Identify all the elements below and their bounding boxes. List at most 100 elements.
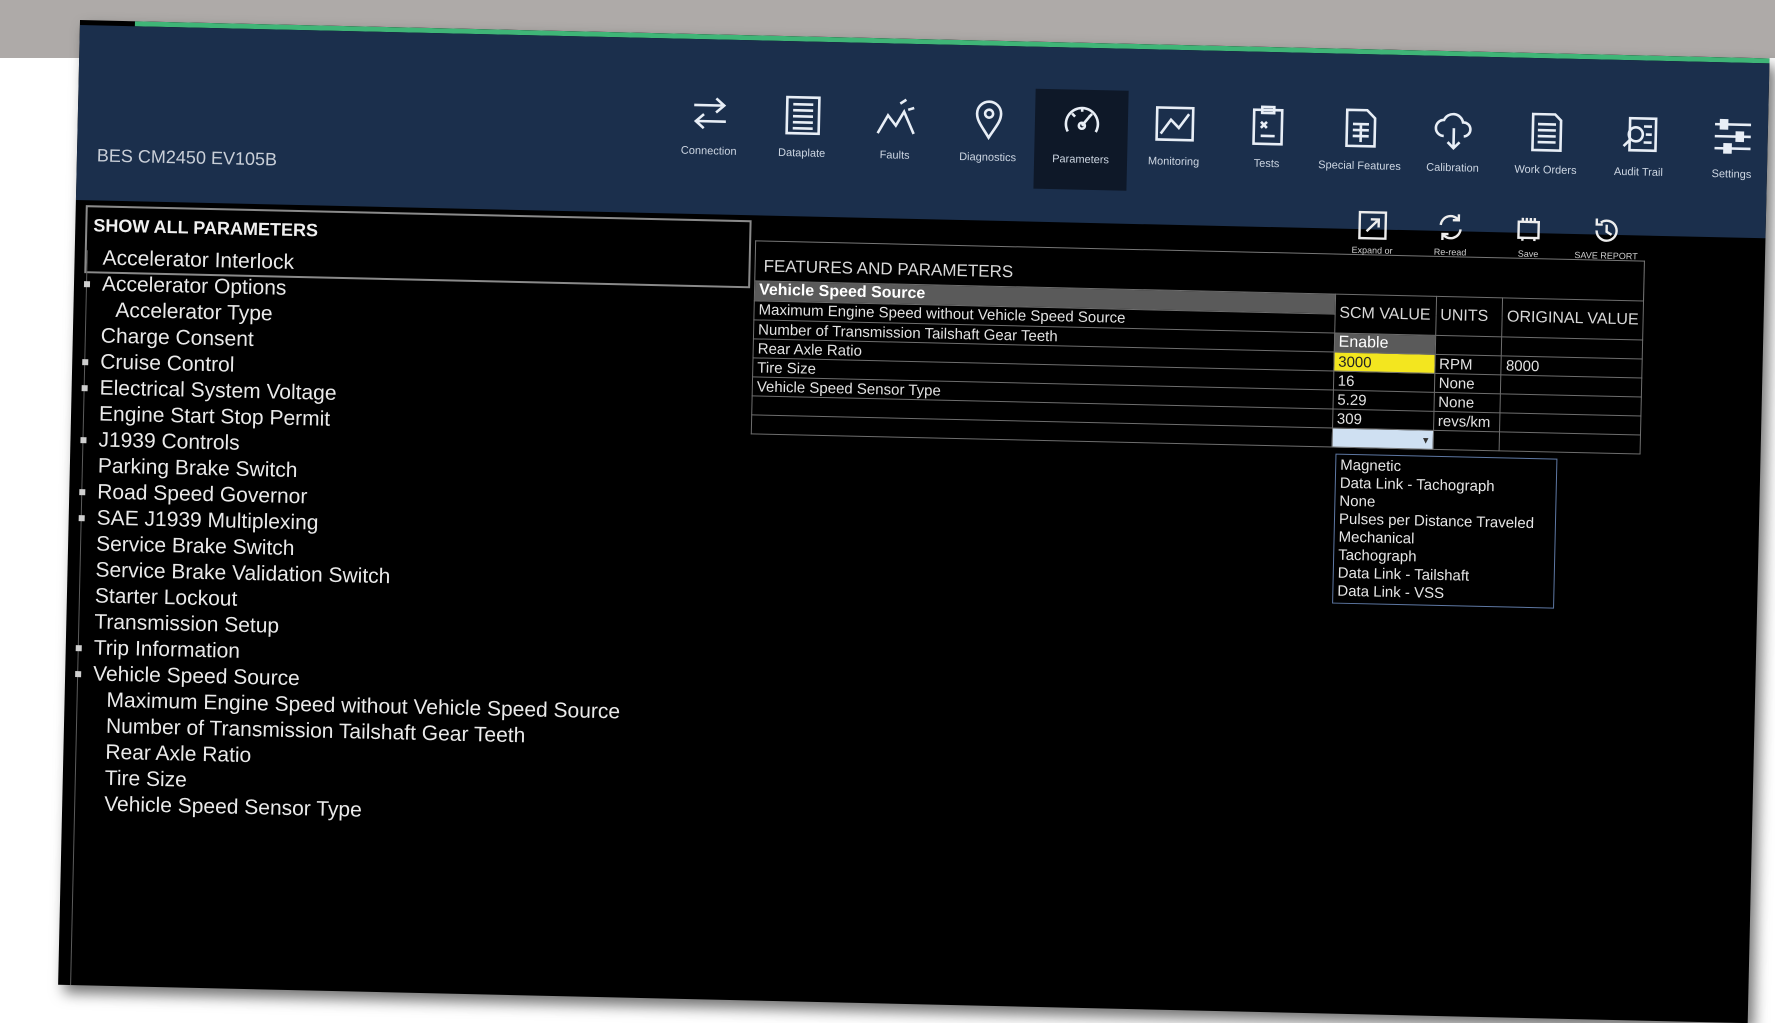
save-chip-icon	[1517, 217, 1541, 242]
expand-toggle-icon[interactable]	[75, 645, 82, 652]
save-report-button[interactable]: SAVE REPORT	[1567, 214, 1646, 262]
nav-label: Special Features	[1318, 159, 1401, 174]
tree-guide-line	[69, 250, 88, 1023]
expand-toggle-icon[interactable]	[82, 359, 89, 366]
nav-label: Work Orders	[1514, 163, 1577, 177]
tree-item-label: Engine Start Stop Permit	[98, 402, 331, 431]
parameters-table: Vehicle Speed Source SCM VALUE UNITS ORI…	[751, 280, 1644, 455]
tree-item-label: Trip Information	[93, 636, 241, 663]
tree-item-label: Accelerator Type	[115, 298, 273, 326]
nav-special-features[interactable]: Special Features	[1312, 95, 1407, 197]
nav-diagnostics[interactable]: Diagnostics	[940, 87, 1035, 189]
nav-label: Dataplate	[777, 146, 826, 160]
main-nav: Connection Dataplate Faults Diagnostics …	[662, 80, 1770, 205]
scm-value-input[interactable]: 309	[1332, 409, 1434, 431]
work-order-icon	[1530, 112, 1562, 152]
col-units: UNITS	[1435, 296, 1503, 337]
empty-cell	[1499, 431, 1641, 455]
empty-cell	[1434, 335, 1503, 356]
nav-label: Connection	[680, 144, 737, 158]
features-panel: Expand or Re-read Save SAVE REPORT FEATU…	[751, 210, 1645, 455]
nav-label: Tests	[1253, 157, 1280, 171]
app-screen: BES CM2450 EV105B Connection Dataplate F…	[58, 20, 1770, 1023]
save-button[interactable]: Save	[1489, 212, 1568, 260]
nav-label: Parameters	[1052, 153, 1110, 167]
clipboard-icon	[1251, 105, 1284, 146]
nav-label: Diagnostics	[959, 150, 1017, 165]
expand-icon	[1358, 210, 1388, 240]
tree-item-label: Accelerator Interlock	[102, 246, 295, 274]
tree-item-label: Starter Lockout	[94, 584, 238, 611]
nav-faults[interactable]: Faults	[847, 84, 942, 186]
tool-label: Expand or	[1351, 244, 1393, 256]
units-cell: None	[1434, 373, 1502, 394]
nav-dataplate[interactable]: Dataplate	[754, 82, 849, 184]
nav-label: Calibration	[1426, 161, 1479, 175]
app-header: BES CM2450 EV105B Connection Dataplate F…	[75, 24, 1770, 239]
sensor-type-dropdown-list: Magnetic Data Link - Tachograph None Pulses…	[1332, 453, 1558, 609]
nav-label: Settings	[1711, 168, 1752, 181]
col-scm-value: SCM VALUE	[1334, 294, 1437, 336]
col-original-value: ORIGINAL VALUE	[1502, 297, 1644, 341]
features-toolbar: Expand or Re-read Save SAVE REPORT	[1333, 208, 1646, 261]
expand-toggle-icon[interactable]	[83, 281, 91, 288]
tree-item-label: SAE J1939 Multiplexing	[96, 506, 319, 535]
scm-value-input[interactable]: 3000	[1333, 352, 1435, 374]
empty-cell	[1432, 430, 1500, 451]
tree-item-label: Charge Consent	[100, 324, 254, 352]
nav-tests[interactable]: Tests	[1219, 93, 1314, 195]
tree-item-label: Road Speed Governor	[97, 480, 308, 509]
special-doc-icon	[1344, 108, 1376, 148]
faults-chart-icon	[876, 98, 915, 135]
tree-item-label: Rear Axle Ratio	[105, 740, 252, 768]
nav-calibration[interactable]: Calibration	[1405, 97, 1500, 199]
reread-button[interactable]: Re-read	[1411, 210, 1490, 258]
expand-button[interactable]: Expand or	[1333, 208, 1412, 256]
monitor-graph-icon	[1154, 106, 1195, 142]
device-name: BES CM2450 EV105B	[96, 145, 278, 170]
swap-arrows-icon	[693, 97, 726, 130]
tree-item-label: Cruise Control	[99, 350, 235, 377]
tree-item-label: Vehicle Speed Source	[92, 662, 301, 691]
panel-title: SHOW ALL PARAMETERS	[93, 215, 319, 241]
nav-audit-trail[interactable]: Audit Trail	[1591, 101, 1686, 203]
expand-toggle-icon[interactable]	[79, 489, 86, 496]
tree-item-label: Parking Brake Switch	[97, 454, 298, 483]
nav-monitoring[interactable]: Monitoring	[1126, 91, 1221, 193]
units-cell: RPM	[1434, 354, 1502, 375]
refresh-icon	[1439, 214, 1462, 240]
nav-work-orders[interactable]: Work Orders	[1498, 99, 1593, 201]
scm-value-input[interactable]: 5.29	[1332, 390, 1435, 412]
group-value[interactable]: Enable	[1333, 333, 1436, 355]
scm-value-input[interactable]: 16	[1333, 371, 1435, 393]
units-cell: None	[1433, 392, 1501, 413]
list-document-icon	[784, 95, 821, 136]
nav-connection[interactable]: Connection	[662, 80, 757, 182]
diagnostics-pin-icon	[975, 100, 1002, 141]
sensor-type-select[interactable]: ▾	[1331, 428, 1434, 450]
expand-toggle-icon[interactable]	[75, 671, 82, 678]
tree-item-label: Vehicle Speed Sensor Type	[103, 792, 363, 822]
nav-label: Monitoring	[1147, 155, 1200, 169]
tree-item-label: Electrical System Voltage	[99, 376, 337, 405]
report-clock-icon	[1595, 218, 1618, 242]
nav-settings[interactable]: Settings	[1684, 103, 1769, 205]
nav-parameters[interactable]: Parameters	[1033, 88, 1129, 191]
expand-toggle-icon[interactable]	[80, 437, 87, 444]
nav-label: Audit Trail	[1613, 165, 1664, 179]
tree-item-label: Transmission Setup	[94, 610, 280, 638]
cloud-download-icon	[1434, 112, 1472, 151]
tree-item-label: Accelerator Options	[101, 272, 287, 300]
units-cell: revs/km	[1433, 411, 1501, 432]
tree-item-label: Service Brake Switch	[95, 532, 295, 560]
tool-label: SAVE REPORT	[1574, 249, 1638, 262]
nav-label: Faults	[879, 149, 910, 162]
tool-label: Re-read	[1433, 246, 1467, 258]
tree-item-label: Tire Size	[104, 766, 188, 792]
sliders-icon	[1713, 118, 1751, 154]
expand-toggle-icon[interactable]	[81, 385, 88, 392]
gauge-icon	[1064, 106, 1099, 133]
tree-item-label: J1939 Controls	[98, 428, 240, 455]
dropdown-option[interactable]: Data Link - VSS	[1337, 583, 1549, 606]
expand-toggle-icon[interactable]	[78, 515, 85, 522]
